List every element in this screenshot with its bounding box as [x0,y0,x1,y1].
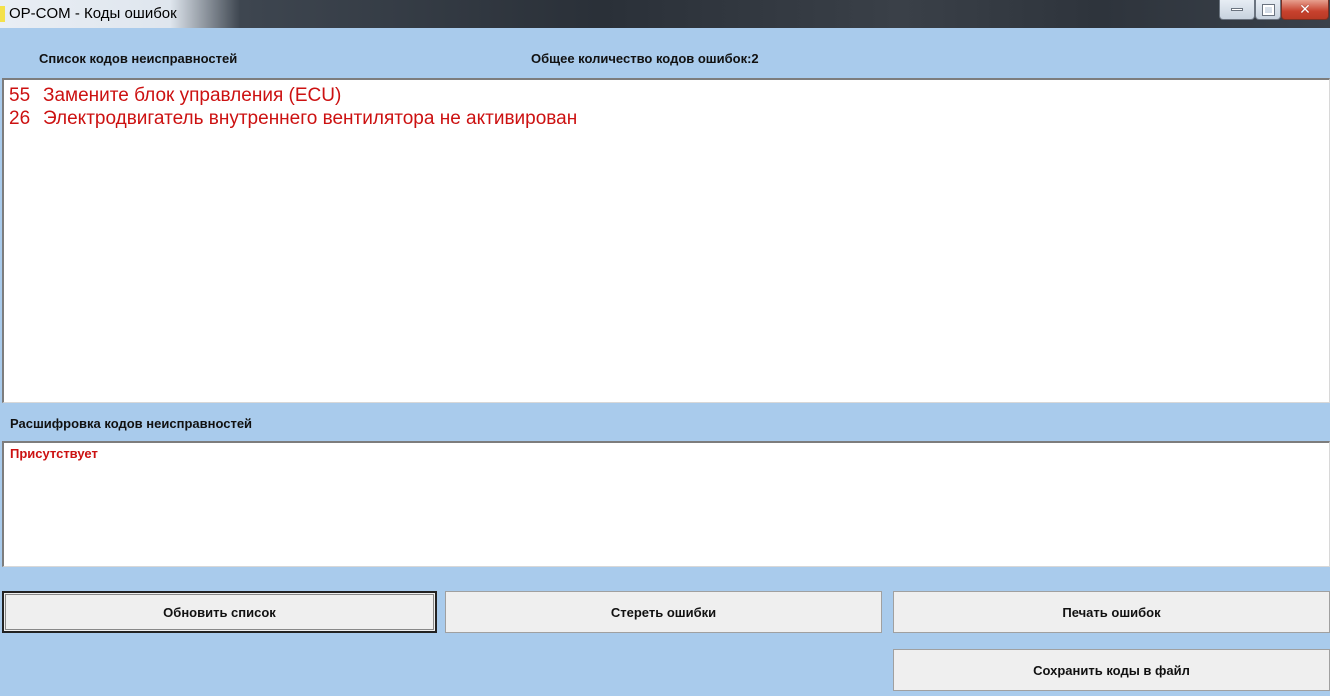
minimize-icon [1231,8,1243,11]
minimize-button[interactable] [1219,0,1255,20]
list-item[interactable]: 55 Замените блок управления (ECU) [9,85,341,107]
fault-codes-list[interactable]: 55 Замените блок управления (ECU) 26 Элект… [2,78,1330,403]
total-codes-label: Общее количество кодов ошибок:2 [531,51,759,66]
fault-code: 55 [9,85,31,106]
app-icon [0,6,5,22]
print-errors-button[interactable]: Печать ошибок [893,591,1330,633]
maximize-icon [1261,3,1275,16]
fault-list-label: Список кодов неисправностей [39,51,238,66]
title-bar: OP-COM - Коды ошибок ✕ [0,0,1330,28]
decode-panel[interactable]: Присутствует [2,441,1330,567]
clear-errors-button[interactable]: Стереть ошибки [445,591,882,633]
refresh-list-button[interactable]: Обновить список [2,591,437,633]
decode-label: Расшифровка кодов неисправностей [10,416,253,431]
fault-code: 26 [9,108,31,129]
close-icon: ✕ [1299,1,1311,17]
save-codes-button[interactable]: Сохранить коды в файл [893,649,1330,691]
fault-status-text: Присутствует [10,446,98,461]
list-item[interactable]: 26 Электродвигатель внутреннего вентилято… [9,108,577,130]
window-title: OP-COM - Коды ошибок [9,5,177,22]
fault-description: Замените блок управления (ECU) [43,85,342,106]
close-button[interactable]: ✕ [1281,0,1329,20]
fault-description: Электродвигатель внутреннего вентилятора… [43,108,578,129]
maximize-button[interactable] [1255,0,1281,20]
